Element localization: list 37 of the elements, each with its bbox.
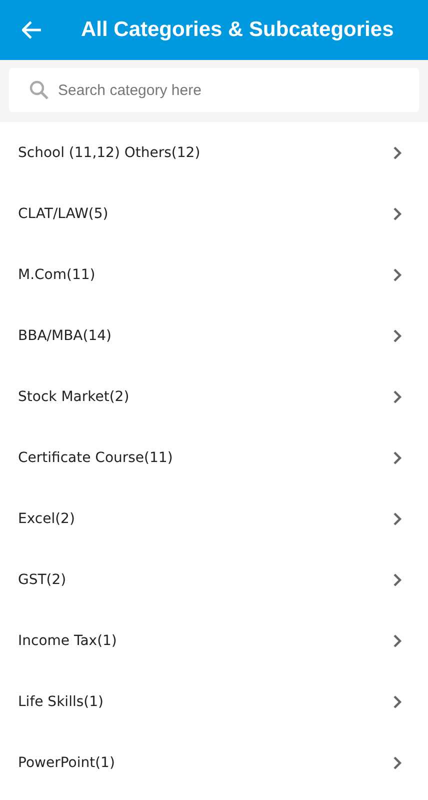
category-item[interactable]: Income Tax(1) xyxy=(0,610,428,671)
category-label: School (11,12) Others(12) xyxy=(18,144,200,160)
back-button[interactable] xyxy=(21,19,43,41)
category-label: Excel(2) xyxy=(18,510,75,526)
category-label: M.Com(11) xyxy=(18,266,96,282)
chevron-right-icon xyxy=(393,450,402,464)
category-label: GST(2) xyxy=(18,572,66,588)
category-label: CLAT/LAW(5) xyxy=(18,206,108,222)
category-item[interactable]: M.Com(11) xyxy=(0,244,428,305)
category-item[interactable]: PowerPoint(1) xyxy=(0,732,428,793)
chevron-right-icon xyxy=(393,634,402,648)
screen-title: All Categories & Subcategories xyxy=(81,18,394,42)
back-arrow-icon xyxy=(22,21,42,39)
category-label: BBA/MBA(14) xyxy=(18,328,112,344)
category-item[interactable]: Stock Market(2) xyxy=(0,366,428,427)
category-item[interactable]: BBA/MBA(14) xyxy=(0,305,428,366)
category-label: Income Tax(1) xyxy=(18,632,117,648)
category-item[interactable]: CLAT/LAW(5) xyxy=(0,183,428,244)
chevron-right-icon xyxy=(393,694,402,708)
category-label: Stock Market(2) xyxy=(18,388,130,404)
chevron-right-icon xyxy=(393,146,402,160)
category-item[interactable]: Excel(2) xyxy=(0,488,428,549)
chevron-right-icon xyxy=(393,390,402,404)
category-label: Life Skills(1) xyxy=(18,694,104,710)
chevron-right-icon xyxy=(393,756,402,770)
category-item[interactable]: Certificate Course(11) xyxy=(0,427,428,488)
category-label: Certificate Course(11) xyxy=(18,450,173,466)
chevron-right-icon xyxy=(393,512,402,526)
category-item[interactable]: School (11,12) Others(12) xyxy=(0,122,428,183)
category-label: PowerPoint(1) xyxy=(18,754,115,770)
search-field[interactable]: Search category here xyxy=(9,68,419,112)
chevron-right-icon xyxy=(393,206,402,220)
chevron-right-icon xyxy=(393,572,402,586)
chevron-right-icon xyxy=(393,268,402,282)
category-item[interactable]: Life Skills(1) xyxy=(0,671,428,732)
category-item[interactable]: GST(2) xyxy=(0,549,428,610)
chevron-right-icon xyxy=(393,328,402,342)
